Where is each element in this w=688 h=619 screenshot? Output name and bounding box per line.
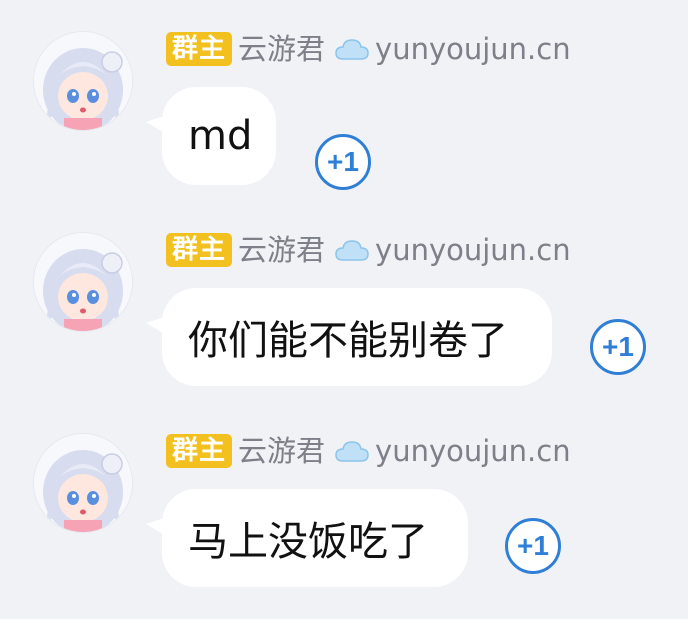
sender-nickname[interactable]: 云游君 — [238, 232, 325, 268]
anime-girl-avatar-image — [34, 32, 132, 130]
message-bubble[interactable]: md — [162, 87, 276, 185]
message-header: 群主 云游君 yunyoujun.cn — [166, 31, 571, 67]
message-header: 群主 云游君 yunyoujun.cn — [166, 232, 571, 268]
owner-badge: 群主 — [166, 434, 233, 468]
chat-message: 群主 云游君 yunyoujun.cn md +1 — [0, 0, 688, 200]
message-header: 群主 云游君 yunyoujun.cn — [166, 433, 571, 469]
plus-one-button[interactable]: +1 — [505, 518, 561, 574]
owner-badge: 群主 — [166, 32, 233, 66]
anime-girl-avatar-image — [34, 233, 132, 331]
sender-site: yunyoujun.cn — [375, 32, 571, 66]
plus-one-button[interactable]: +1 — [315, 134, 371, 190]
cloud-icon — [335, 439, 369, 463]
anime-girl-avatar-image — [34, 434, 132, 532]
avatar[interactable] — [34, 233, 132, 331]
avatar[interactable] — [34, 434, 132, 532]
sender-nickname[interactable]: 云游君 — [238, 31, 325, 67]
chat-message: 群主 云游君 yunyoujun.cn 你们能不能别卷了 +1 — [0, 201, 688, 401]
avatar[interactable] — [34, 32, 132, 130]
message-bubble[interactable]: 你们能不能别卷了 — [162, 288, 552, 386]
cloud-icon — [335, 238, 369, 262]
message-bubble[interactable]: 马上没饭吃了 — [162, 489, 468, 587]
plus-one-button[interactable]: +1 — [590, 319, 646, 375]
cloud-icon — [335, 37, 369, 61]
sender-nickname[interactable]: 云游君 — [238, 433, 325, 469]
chat-message: 群主 云游君 yunyoujun.cn 马上没饭吃了 +1 — [0, 402, 688, 602]
message-text: 你们能不能别卷了 — [188, 318, 508, 364]
sender-site: yunyoujun.cn — [375, 233, 571, 267]
message-text: md — [188, 113, 253, 159]
sender-site: yunyoujun.cn — [375, 434, 571, 468]
message-text: 马上没饭吃了 — [188, 519, 428, 565]
owner-badge: 群主 — [166, 233, 233, 267]
